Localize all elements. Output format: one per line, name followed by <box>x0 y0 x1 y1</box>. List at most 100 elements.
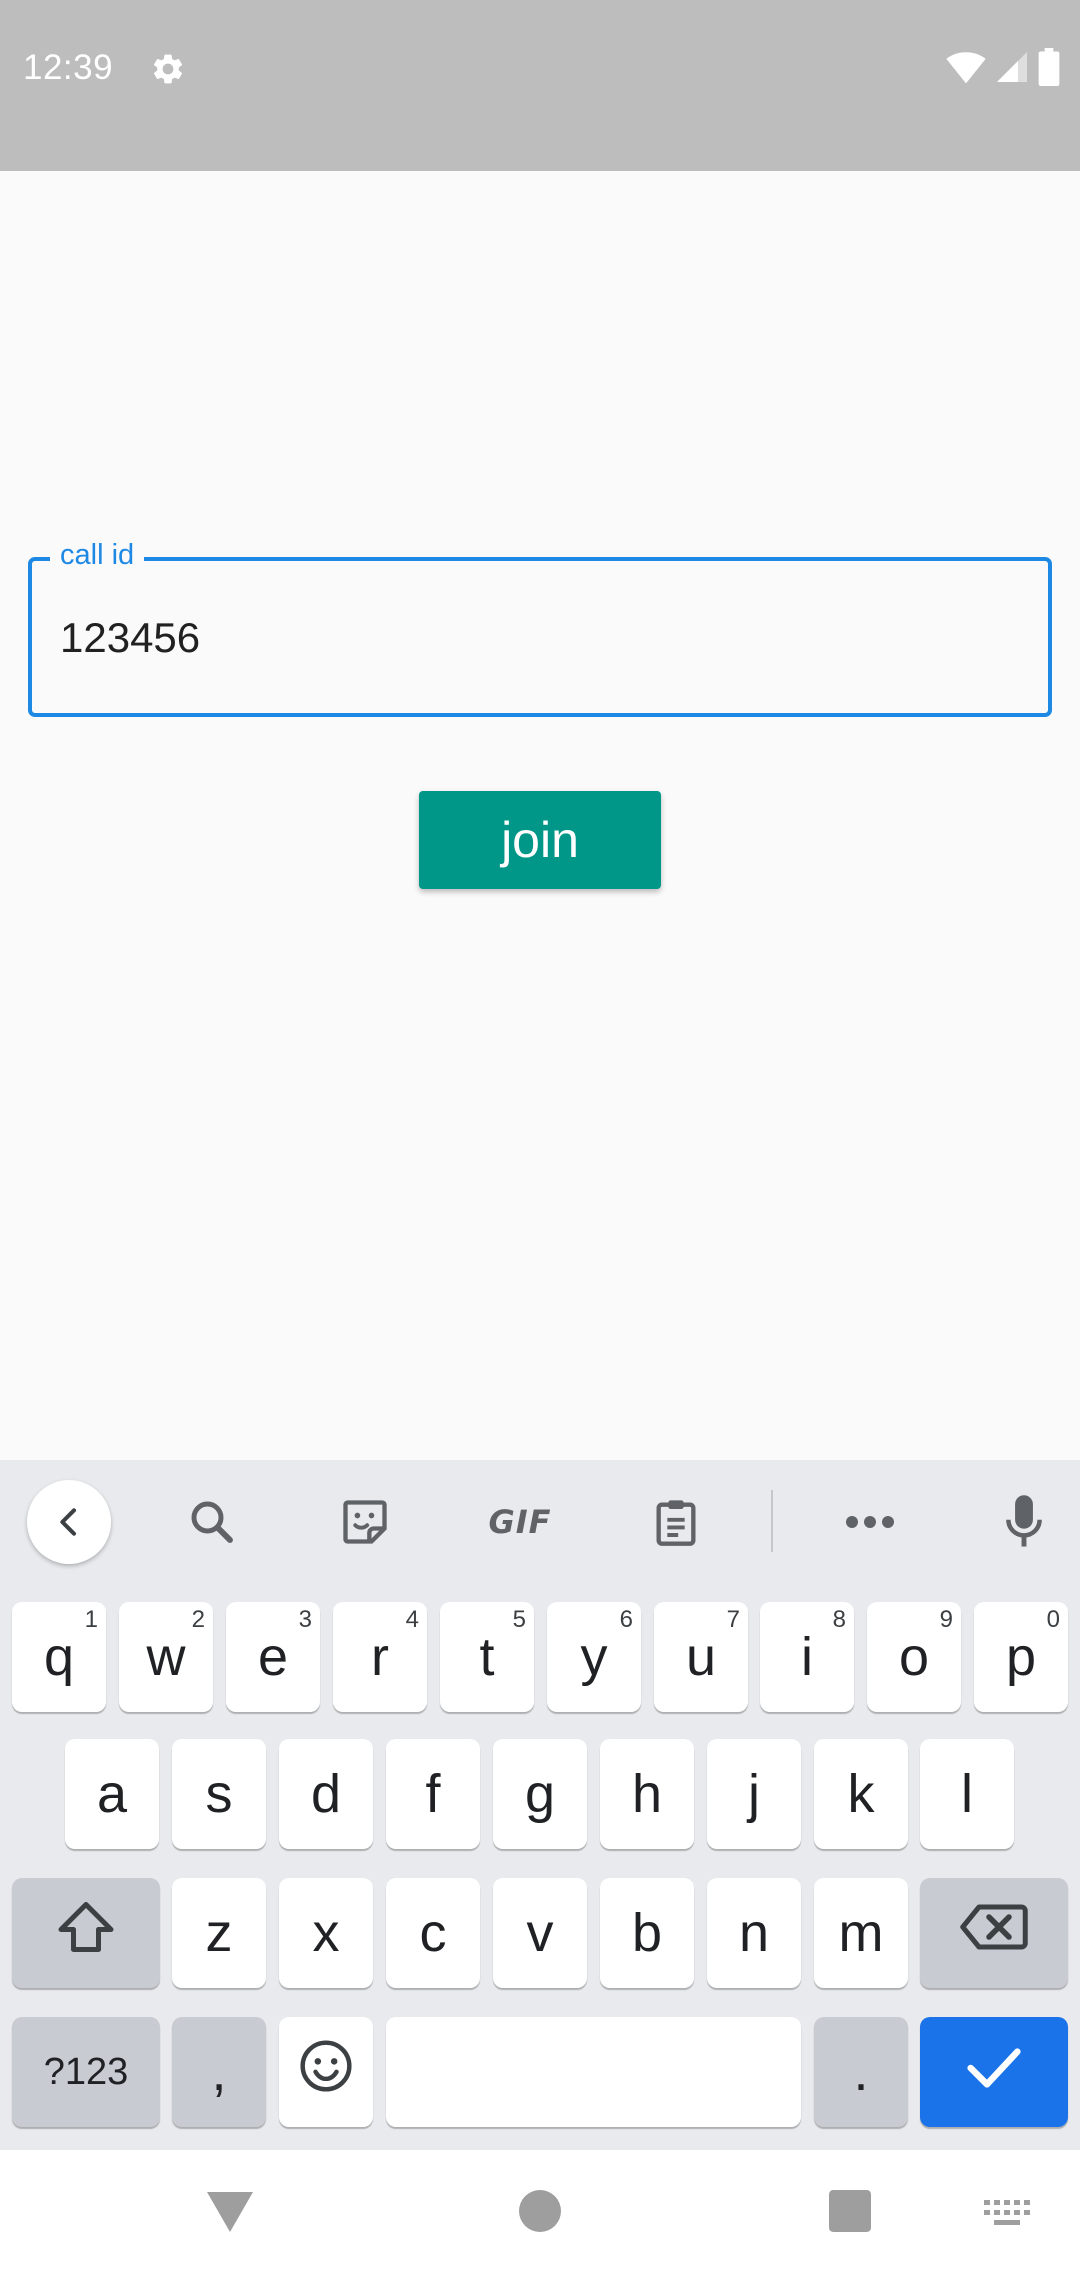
key-label: b <box>631 1903 663 1963</box>
key-label: h <box>631 1764 663 1824</box>
key-hint: 4 <box>405 1606 419 1633</box>
navigation-bar <box>0 2150 1080 2280</box>
key-label: m <box>838 1903 884 1963</box>
symbols-key[interactable]: ?123 <box>12 2017 160 2127</box>
key-label: u <box>685 1627 717 1687</box>
key-label: , <box>211 2042 227 2102</box>
key-hint: 2 <box>191 1606 205 1633</box>
backspace-icon <box>959 1902 1029 1965</box>
period-key[interactable]: . <box>814 2017 908 2127</box>
mic-icon[interactable] <box>982 1480 1066 1564</box>
key-d[interactable]: d <box>279 1739 373 1849</box>
clipboard-icon[interactable] <box>634 1480 718 1564</box>
key-label: n <box>738 1903 770 1963</box>
gif-icon[interactable]: GIF <box>478 1480 562 1564</box>
key-e[interactable]: e3 <box>226 1602 320 1712</box>
key-label: y <box>580 1627 608 1687</box>
sticker-icon[interactable] <box>323 1480 407 1564</box>
key-k[interactable]: k <box>814 1739 908 1849</box>
key-label: v <box>526 1903 554 1963</box>
key-g[interactable]: g <box>493 1739 587 1849</box>
key-p[interactable]: p0 <box>974 1602 1068 1712</box>
back-triangle-icon[interactable] <box>205 2190 255 2234</box>
key-w[interactable]: w2 <box>119 1602 213 1712</box>
call-id-label: call id <box>50 537 145 573</box>
key-h[interactable]: h <box>600 1739 694 1849</box>
key-hint: 8 <box>832 1606 846 1633</box>
emoji-icon <box>298 2038 354 2107</box>
key-label: o <box>898 1627 930 1687</box>
search-icon[interactable] <box>170 1480 254 1564</box>
gear-icon <box>150 51 186 87</box>
key-u[interactable]: u7 <box>654 1602 748 1712</box>
key-label: g <box>524 1764 556 1824</box>
key-hint: 5 <box>512 1606 526 1633</box>
call-id-field[interactable]: call id <box>28 537 1052 717</box>
key-label: . <box>853 2042 869 2102</box>
battery-icon <box>1038 48 1060 91</box>
keyboard-switch-icon[interactable] <box>984 2200 1030 2226</box>
wifi-icon <box>946 49 986 90</box>
key-label: p <box>1005 1627 1037 1687</box>
key-v[interactable]: v <box>493 1878 587 1988</box>
key-label: e <box>257 1627 289 1687</box>
more-icon[interactable] <box>828 1480 912 1564</box>
key-b[interactable]: b <box>600 1878 694 1988</box>
key-label: q <box>43 1627 75 1687</box>
key-label: k <box>847 1764 875 1824</box>
key-label: j <box>748 1764 760 1824</box>
key-label: f <box>425 1764 441 1824</box>
emoji-key[interactable] <box>279 2017 373 2127</box>
status-time: 12:39 <box>23 48 114 87</box>
key-label: z <box>205 1903 233 1963</box>
key-hint: 0 <box>1046 1606 1060 1633</box>
shift-icon <box>56 1899 116 1968</box>
comma-key[interactable]: , <box>172 2017 266 2127</box>
key-q[interactable]: q1 <box>12 1602 106 1712</box>
gif-label: GIF <box>488 1503 552 1541</box>
done-key[interactable] <box>920 2017 1068 2127</box>
key-c[interactable]: c <box>386 1878 480 1988</box>
space-key[interactable] <box>386 2017 801 2127</box>
key-label: t <box>479 1627 495 1687</box>
status-icons <box>946 48 1060 91</box>
key-l[interactable]: l <box>920 1739 1014 1849</box>
join-button[interactable]: join <box>419 791 661 889</box>
toolbar-divider <box>771 1490 773 1552</box>
key-hint: 9 <box>939 1606 953 1633</box>
shift-key[interactable] <box>12 1878 160 1988</box>
key-s[interactable]: s <box>172 1739 266 1849</box>
key-hint: 6 <box>619 1606 633 1633</box>
key-z[interactable]: z <box>172 1878 266 1988</box>
key-label: c <box>419 1903 447 1963</box>
symbols-label: ?123 <box>43 2050 129 2093</box>
key-o[interactable]: o9 <box>867 1602 961 1712</box>
signal-icon <box>994 49 1030 90</box>
key-i[interactable]: i8 <box>760 1602 854 1712</box>
key-x[interactable]: x <box>279 1878 373 1988</box>
soft-keyboard: GIF q1 w2 e3 r4 t5 y6 u7 i8 o9 p0 a s d … <box>0 1460 1080 2150</box>
key-label: l <box>961 1764 973 1824</box>
key-label: s <box>205 1764 233 1824</box>
key-label: a <box>96 1764 128 1824</box>
key-label: r <box>371 1627 389 1687</box>
key-y[interactable]: y6 <box>547 1602 641 1712</box>
status-bar: 12:39 <box>0 0 1080 171</box>
key-n[interactable]: n <box>707 1878 801 1988</box>
home-circle-icon[interactable] <box>519 2190 561 2232</box>
key-label: x <box>312 1903 340 1963</box>
key-label: d <box>310 1764 342 1824</box>
key-r[interactable]: r4 <box>333 1602 427 1712</box>
call-id-input[interactable] <box>60 607 1000 669</box>
key-t[interactable]: t5 <box>440 1602 534 1712</box>
key-hint: 1 <box>84 1606 98 1633</box>
key-m[interactable]: m <box>814 1878 908 1988</box>
recents-square-icon[interactable] <box>829 2190 871 2232</box>
back-icon[interactable] <box>27 1480 111 1564</box>
backspace-key[interactable] <box>920 1878 1068 1988</box>
key-j[interactable]: j <box>707 1739 801 1849</box>
key-hint: 3 <box>298 1606 312 1633</box>
key-a[interactable]: a <box>65 1739 159 1849</box>
keyboard-toolbar: GIF <box>0 1460 1080 1585</box>
key-f[interactable]: f <box>386 1739 480 1849</box>
